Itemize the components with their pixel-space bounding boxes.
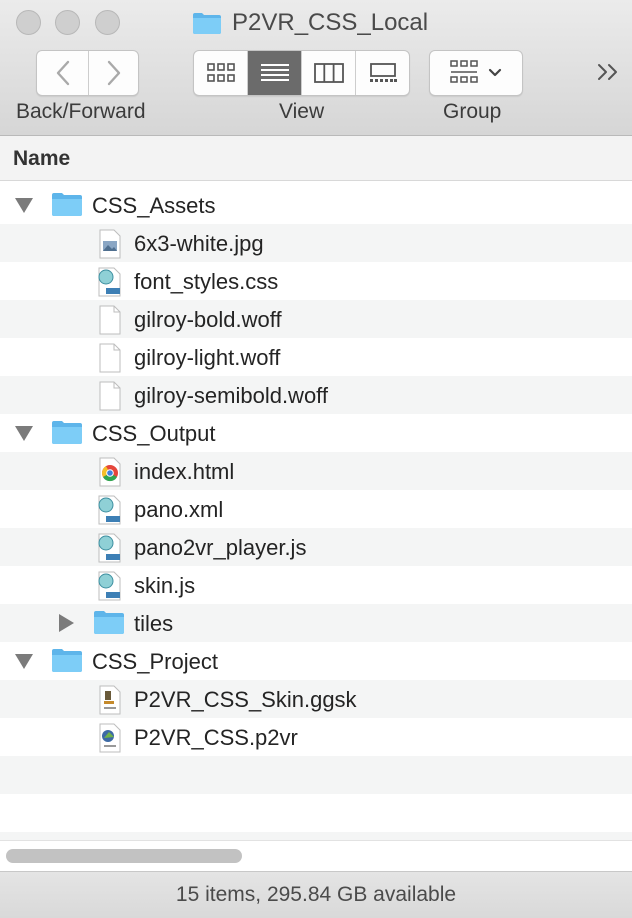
back-button[interactable] xyxy=(37,51,89,95)
finder-window: P2VR_CSS_Local Back/Forward View Group N… xyxy=(0,0,632,918)
list-item[interactable]: gilroy-bold.woff xyxy=(0,300,632,338)
view-label: View xyxy=(279,100,325,123)
group-label: Group xyxy=(443,100,502,123)
folder-icon xyxy=(52,649,82,672)
group-button[interactable] xyxy=(430,51,522,95)
gallery-view-button[interactable] xyxy=(356,51,409,95)
text-document-icon xyxy=(98,571,121,601)
list-icon xyxy=(260,64,289,81)
item-name: index.html xyxy=(134,459,235,484)
double-chevron-right-icon xyxy=(598,64,617,80)
toolbar-overflow-button[interactable] xyxy=(595,58,621,86)
item-name: CSS_Output xyxy=(92,421,216,446)
list-item[interactable]: CSS_Assets xyxy=(0,186,632,224)
item-name: P2VR_CSS_Skin.ggsk xyxy=(134,687,357,712)
group-grid-icon xyxy=(450,60,478,83)
skin-file-icon xyxy=(99,685,121,715)
empty-row xyxy=(0,756,632,794)
view-mode-control xyxy=(193,50,410,96)
item-name: 6x3-white.jpg xyxy=(134,231,264,256)
folder-icon xyxy=(94,611,124,634)
disclosure-triangle-expanded-icon[interactable] xyxy=(15,198,33,213)
window-title-text: P2VR_CSS_Local xyxy=(232,9,429,36)
item-name: skin.js xyxy=(134,573,196,598)
blank-document-icon xyxy=(99,381,121,411)
folder-icon xyxy=(52,193,82,216)
gallery-icon xyxy=(369,63,397,82)
blank-document-icon xyxy=(99,343,121,373)
list-item[interactable]: 6x3-white.jpg xyxy=(0,224,632,262)
columns-icon xyxy=(313,63,344,83)
column-view-button[interactable] xyxy=(302,51,356,95)
list-item[interactable]: P2VR_CSS_Skin.ggsk xyxy=(0,680,632,718)
disclosure-triangle-expanded-icon[interactable] xyxy=(15,654,33,669)
list-item[interactable]: gilroy-light.woff xyxy=(0,338,632,376)
item-name: CSS_Project xyxy=(92,649,218,674)
list-item[interactable]: gilroy-semibold.woff xyxy=(0,376,632,414)
item-name: font_styles.css xyxy=(134,269,279,294)
text-document-icon xyxy=(98,267,121,297)
minimize-window-button[interactable] xyxy=(55,10,80,35)
group-control xyxy=(429,50,523,96)
grid-icon xyxy=(206,63,235,82)
item-name: tiles xyxy=(134,611,174,636)
zoom-window-button[interactable] xyxy=(95,10,120,35)
close-window-button[interactable] xyxy=(16,10,41,35)
list-item[interactable]: CSS_Project xyxy=(0,642,632,680)
item-name: gilroy-semibold.woff xyxy=(134,383,329,408)
text-document-icon xyxy=(98,495,121,525)
item-name: gilroy-bold.woff xyxy=(134,307,282,332)
list-item[interactable]: pano2vr_player.js xyxy=(0,528,632,566)
item-name: P2VR_CSS.p2vr xyxy=(134,725,298,750)
disclosure-triangle-collapsed-icon[interactable] xyxy=(59,614,74,632)
list-item[interactable]: font_styles.css xyxy=(0,262,632,300)
chrome-html-icon xyxy=(99,457,121,487)
list-item[interactable]: tiles xyxy=(0,604,632,642)
icon-view-button[interactable] xyxy=(194,51,248,95)
back-forward-label: Back/Forward xyxy=(16,100,146,123)
item-name: pano2vr_player.js xyxy=(134,535,307,560)
disclosure-triangle-expanded-icon[interactable] xyxy=(15,426,33,441)
list-item[interactable]: pano.xml xyxy=(0,490,632,528)
text-document-icon xyxy=(98,533,121,563)
back-forward-control xyxy=(36,50,139,96)
blank-document-icon xyxy=(99,305,121,335)
chevron-right-icon xyxy=(107,60,120,86)
list-item[interactable]: skin.js xyxy=(0,566,632,604)
empty-row xyxy=(0,794,632,832)
scrollbar-thumb[interactable] xyxy=(6,849,242,863)
list-view-button[interactable] xyxy=(248,51,302,95)
image-file-icon xyxy=(99,229,121,259)
list-item[interactable]: CSS_Output xyxy=(0,414,632,452)
list-item[interactable]: index.html xyxy=(0,452,632,490)
window-title: P2VR_CSS_Local xyxy=(192,7,428,39)
pano2vr-project-icon xyxy=(99,723,121,753)
folder-icon xyxy=(52,421,82,444)
status-text: 15 items, 295.84 GB available xyxy=(175,883,457,906)
chevron-left-icon xyxy=(56,60,69,86)
toolbar: P2VR_CSS_Local Back/Forward View Group xyxy=(0,0,632,136)
item-name: pano.xml xyxy=(134,497,224,522)
item-name: gilroy-light.woff xyxy=(134,345,281,370)
status-bar: 15 items, 295.84 GB available xyxy=(0,871,632,918)
file-list: CSS_Assets 6x3-white.jpg font_styles.css xyxy=(0,186,632,870)
list-item[interactable]: P2VR_CSS.p2vr xyxy=(0,718,632,756)
folder-icon xyxy=(193,13,221,34)
item-name: CSS_Assets xyxy=(92,193,216,218)
name-column-header[interactable]: Name xyxy=(13,147,70,171)
horizontal-scrollbar[interactable] xyxy=(0,840,632,871)
forward-button[interactable] xyxy=(89,51,138,95)
column-header-bar: Name xyxy=(0,136,632,181)
chevron-down-icon xyxy=(488,68,502,77)
